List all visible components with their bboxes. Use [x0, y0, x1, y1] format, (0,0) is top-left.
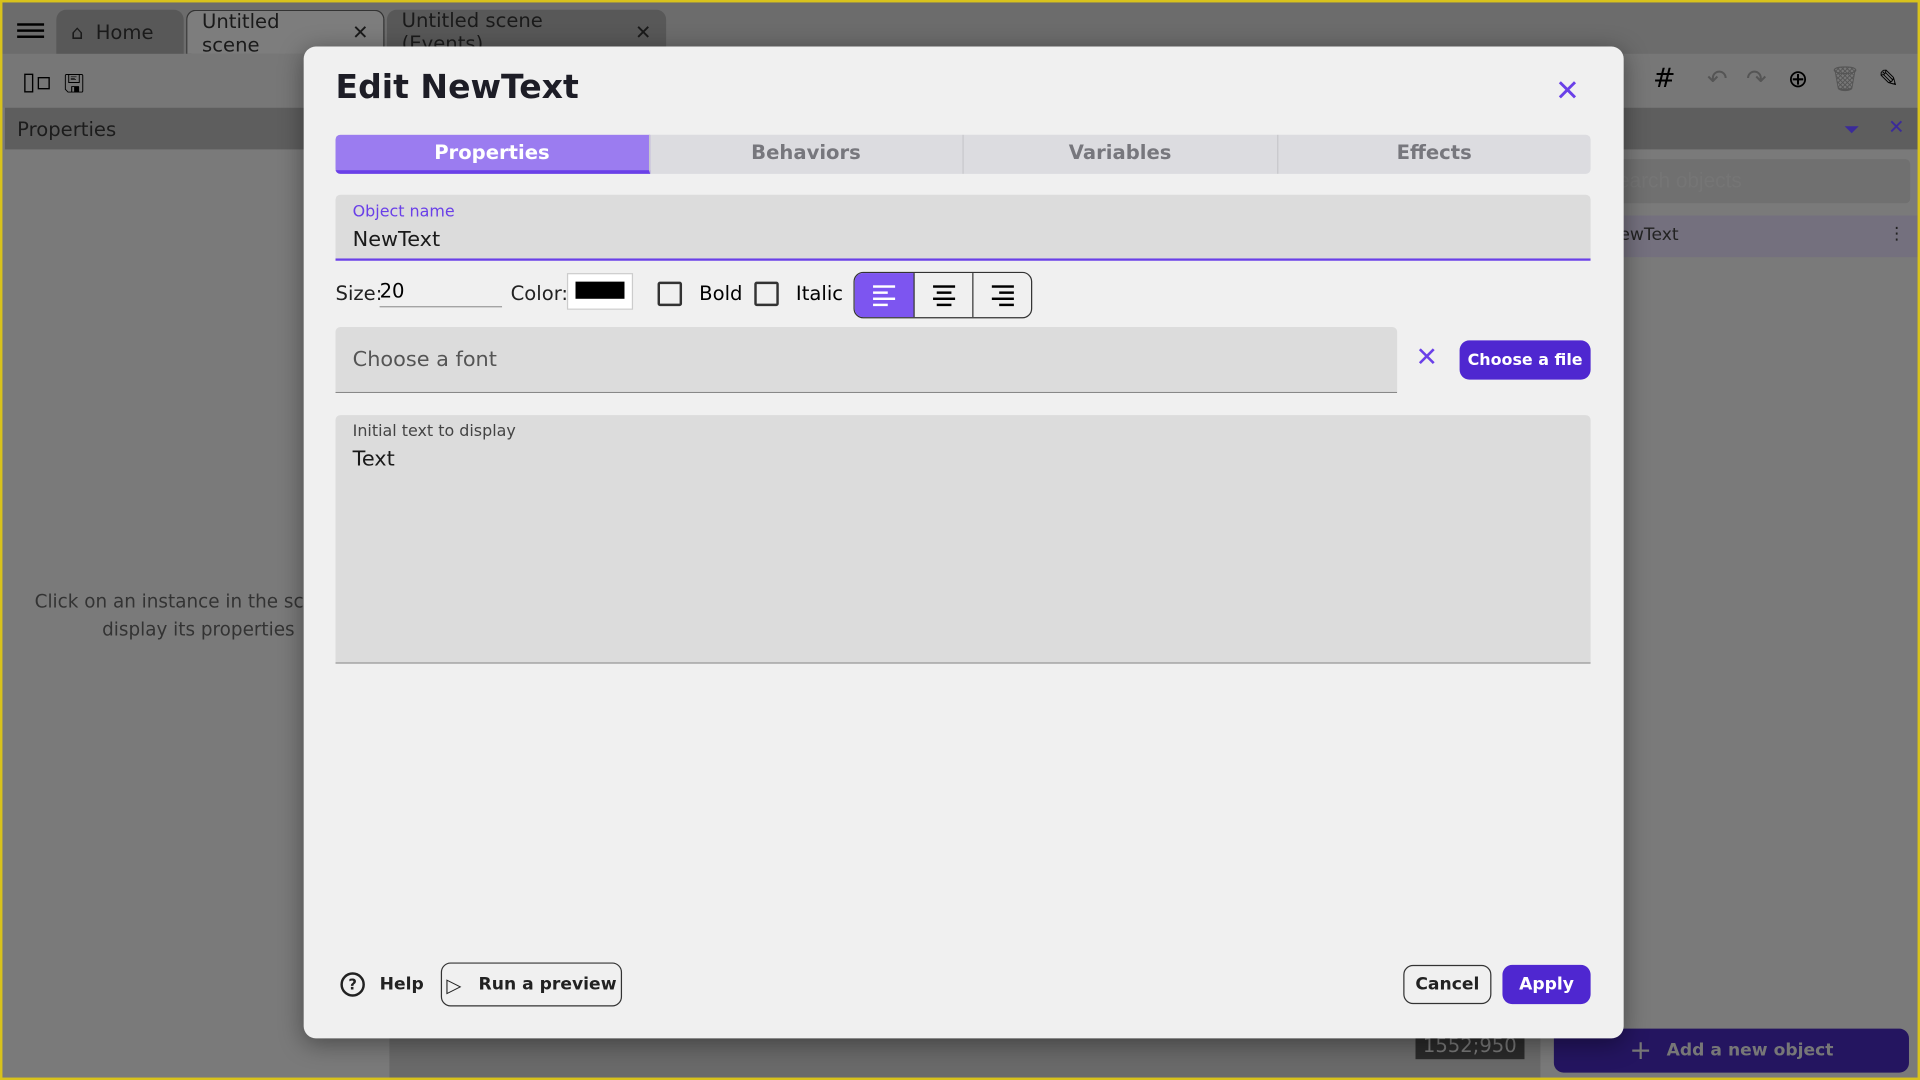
initial-text-field[interactable]: Initial text to display Text: [335, 415, 1591, 664]
italic-checkbox[interactable]: [754, 281, 779, 307]
edit-icon[interactable]: ✎: [1878, 64, 1899, 93]
close-icon[interactable]: ✕: [635, 20, 651, 43]
tab-home[interactable]: ⌂ Home: [56, 9, 184, 54]
plus-icon: +: [1629, 1035, 1652, 1066]
menu-icon[interactable]: [17, 20, 45, 42]
close-icon[interactable]: ✕: [352, 21, 368, 44]
choose-file-button[interactable]: Choose a file: [1459, 340, 1591, 380]
home-icon: ⌂: [71, 20, 84, 44]
initial-text-label: Initial text to display: [352, 422, 516, 441]
apply-button[interactable]: Apply: [1502, 964, 1591, 1005]
more-icon[interactable]: ⋮: [1888, 224, 1905, 244]
color-label: Color:: [510, 281, 569, 305]
italic-label: Italic: [795, 281, 844, 305]
play-icon: ▷: [446, 972, 462, 997]
run-preview-button[interactable]: ▷ Run a preview: [440, 962, 623, 1007]
help-button[interactable]: ? Help: [340, 967, 424, 1001]
align-center-icon: [932, 281, 955, 309]
clear-font-icon[interactable]: ✕: [1416, 343, 1439, 374]
font-field[interactable]: Choose a font: [335, 326, 1398, 394]
align-center-button[interactable]: [913, 273, 972, 318]
alignment-group: [853, 271, 1033, 319]
object-name-field[interactable]: Object name NewText: [335, 194, 1591, 261]
size-input[interactable]: 20: [379, 279, 503, 308]
bold-checkbox[interactable]: [657, 281, 683, 307]
bold-label: Bold: [699, 281, 743, 305]
filter-icon[interactable]: ⏷: [1844, 118, 1860, 142]
align-right-button[interactable]: [972, 273, 1031, 318]
tab-properties[interactable]: Properties: [335, 134, 650, 174]
close-icon[interactable]: ✕: [1888, 115, 1904, 138]
align-left-button[interactable]: [854, 273, 914, 318]
tab-variables[interactable]: Variables: [964, 134, 1278, 174]
trash-icon[interactable]: 🗑: [1829, 64, 1860, 93]
help-icon: ?: [340, 972, 365, 997]
zoom-icon[interactable]: ⊕: [1788, 64, 1809, 93]
initial-text-value: Text: [352, 446, 395, 472]
layout-icon[interactable]: ▯▫: [22, 66, 52, 95]
color-swatch[interactable]: [566, 273, 634, 310]
align-left-icon: [873, 281, 896, 309]
close-dialog-icon[interactable]: ✕: [1555, 73, 1580, 107]
grid-icon[interactable]: #: [1653, 64, 1676, 95]
undo-icon[interactable]: ↶: [1707, 64, 1728, 93]
object-name-value: NewText: [352, 227, 441, 253]
tab-effects[interactable]: Effects: [1278, 135, 1591, 174]
font-placeholder: Choose a font: [352, 347, 497, 373]
save-icon[interactable]: 🖫: [64, 66, 85, 108]
align-right-icon: [991, 281, 1014, 309]
dialog-tabs: Properties Behaviors Variables Effects: [335, 134, 1591, 174]
edit-object-dialog: Edit NewText ✕ Properties Behaviors Vari…: [303, 46, 1624, 1039]
object-name-label: Object name: [352, 203, 455, 222]
dialog-title: Edit NewText: [335, 68, 579, 107]
redo-icon[interactable]: ↷: [1746, 64, 1767, 93]
size-label: Size:: [335, 281, 383, 305]
tab-behaviors[interactable]: Behaviors: [650, 134, 964, 174]
cancel-button[interactable]: Cancel: [1403, 964, 1492, 1005]
